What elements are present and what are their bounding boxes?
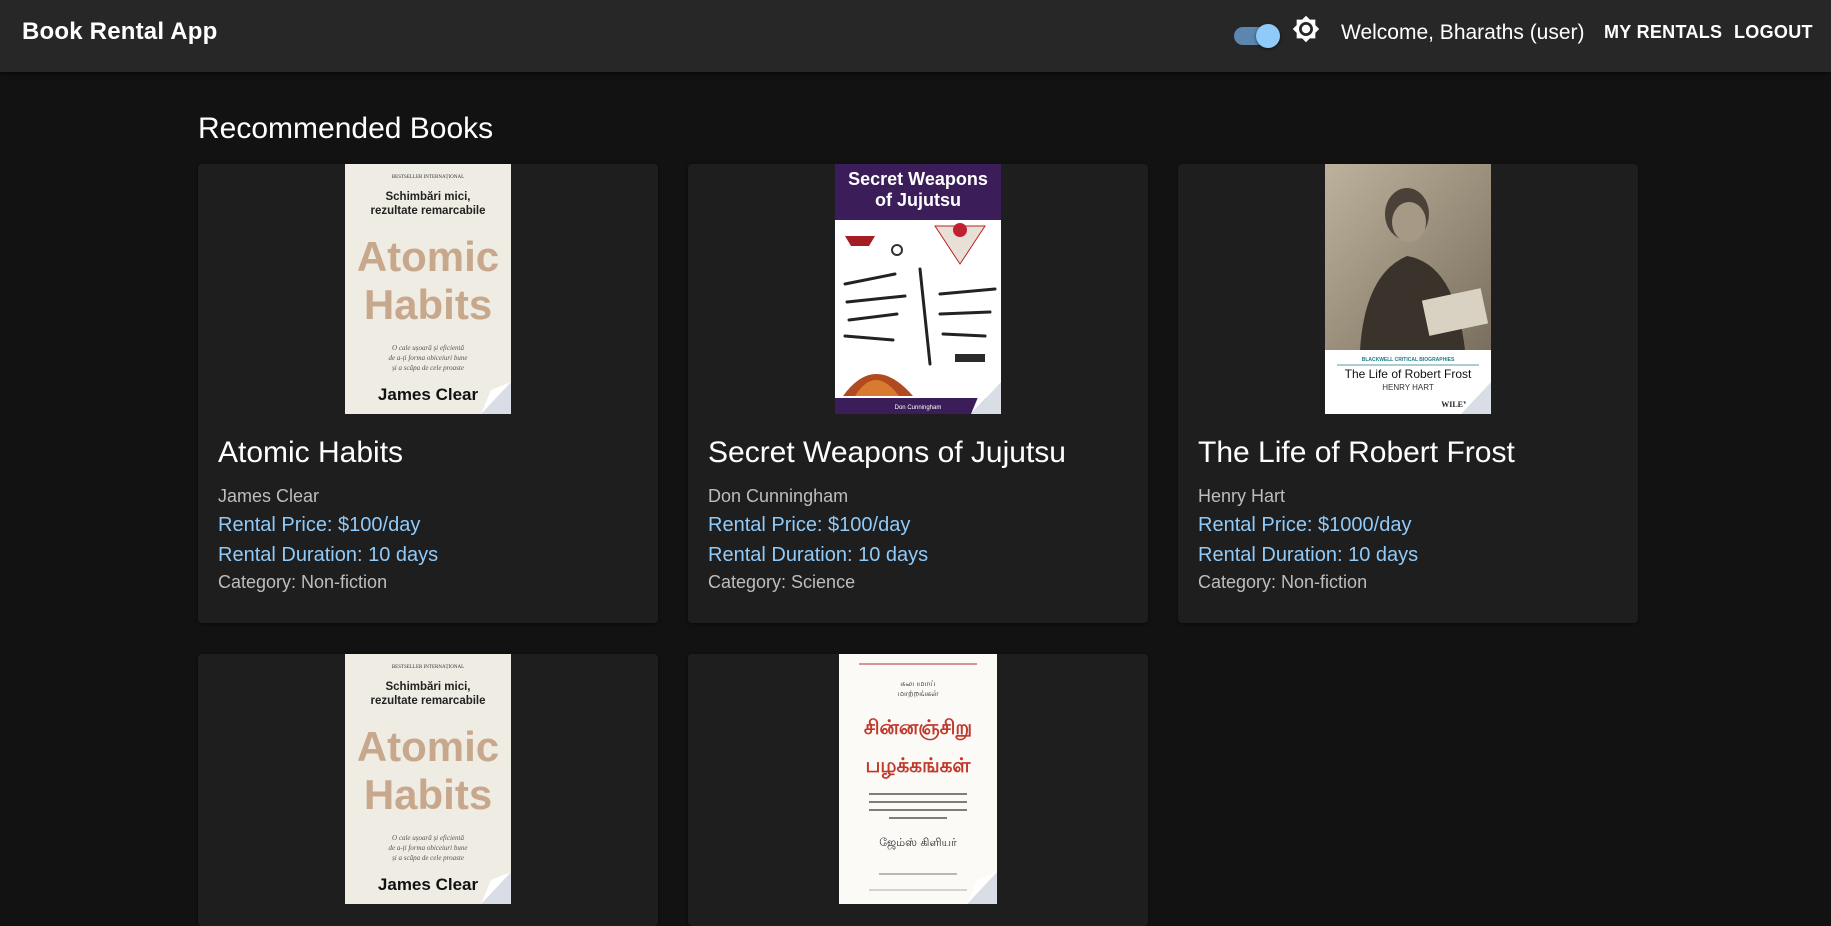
book-author: Don Cunningham — [708, 486, 849, 506]
cover-sub1: Schimbări mici, — [385, 191, 470, 203]
rental-price: Rental Price: $100/day — [708, 514, 911, 536]
my-rentals-button[interactable]: MY RENTALS — [1604, 22, 1722, 43]
cover-big1: சின்னஞ்சிறு — [864, 715, 972, 741]
welcome-text: Welcome, Bharaths (user) — [1341, 21, 1585, 44]
book-card[interactable]: சுலபமாய் மாற்றங்கள் சின்னஞ்சிறு பழக்கங்க… — [688, 654, 1148, 926]
cover-sub2: rezultate remarcabile — [370, 695, 485, 707]
book-category: Category: Science — [708, 572, 856, 592]
cover-sub2: rezultate remarcabile — [370, 205, 485, 217]
cover-line1: Secret Weapons — [848, 169, 988, 189]
rental-price: Rental Price: $1000/day — [1198, 514, 1412, 536]
cover-top: BESTSELLER INTERNAȚIONAL — [392, 665, 464, 670]
book-author: James Clear — [218, 486, 320, 506]
book-cover: BESTSELLER INTERNAȚIONAL Schimbări mici,… — [345, 164, 511, 414]
book-category: Category: Non-fiction — [218, 572, 388, 592]
book-category: Category: Non-fiction — [1198, 572, 1368, 592]
book-author: Henry Hart — [1198, 486, 1286, 506]
logout-button[interactable]: LOGOUT — [1734, 22, 1813, 43]
cover-series: BLACKWELL CRITICAL BIOGRAPHIES — [1362, 357, 1455, 363]
cover-sub1: சுலபமாய் — [900, 679, 935, 688]
section-title: Recommended Books — [198, 112, 494, 145]
cover-title: The Life of Robert Frost — [1345, 367, 1472, 381]
cover-big1: Atomic — [357, 723, 499, 770]
book-title: The Life of Robert Frost — [1198, 436, 1515, 469]
book-title: Atomic Habits — [218, 436, 404, 469]
book-cover: BESTSELLER INTERNAȚIONAL Schimbări mici,… — [345, 654, 511, 904]
cover-desc3: și a scăpa de cele proaste — [392, 854, 464, 862]
cover-author: HENRY HART — [1382, 383, 1434, 392]
brightness-icon[interactable] — [1292, 15, 1320, 43]
cover-top: BESTSELLER INTERNAȚIONAL — [392, 175, 464, 180]
toggle-thumb — [1256, 24, 1280, 48]
rental-duration: Rental Duration: 10 days — [218, 544, 439, 566]
cover-author: James Clear — [378, 875, 479, 894]
rental-duration: Rental Duration: 10 days — [708, 544, 929, 566]
app-bar: Book Rental App Welcome, Bharaths (user)… — [0, 0, 1831, 72]
cover-desc2: de a-ți forma obiceiuri bune — [389, 844, 468, 852]
cover-desc3: și a scăpa de cele proaste — [392, 364, 464, 372]
cover-author: James Clear — [378, 385, 479, 404]
cover-author: Don Cunningham — [895, 405, 942, 411]
book-cover: Secret Weapons of Jujutsu Don Cunningham — [835, 164, 1001, 414]
rental-duration: Rental Duration: 10 days — [1198, 544, 1419, 566]
book-title: Secret Weapons of Jujutsu — [708, 436, 1066, 469]
book-cover: BLACKWELL CRITICAL BIOGRAPHIES The Life … — [1325, 164, 1491, 414]
cover-desc2: de a-ți forma obiceiuri bune — [389, 354, 468, 362]
cover-sub1: Schimbări mici, — [385, 681, 470, 693]
cover-desc1: O cale ușoară și eficientă — [392, 834, 464, 842]
cover-author: ஜேம்ஸ் கிளியர் — [879, 836, 957, 850]
cover-big1: Atomic — [357, 233, 499, 280]
cover-big2: Habits — [364, 281, 492, 328]
cover-big2: Habits — [364, 771, 492, 818]
book-card[interactable]: BLACKWELL CRITICAL BIOGRAPHIES The Life … — [1178, 164, 1638, 623]
cover-big2: பழக்கங்கள் — [866, 753, 972, 779]
cover-desc1: O cale ușoară și eficientă — [392, 344, 464, 352]
theme-toggle[interactable] — [1234, 23, 1280, 48]
book-card[interactable]: BESTSELLER INTERNAȚIONAL Schimbări mici,… — [198, 164, 658, 623]
book-cover: சுலபமாய் மாற்றங்கள் சின்னஞ்சிறு பழக்கங்க… — [839, 654, 997, 904]
rental-price: Rental Price: $100/day — [218, 514, 421, 536]
cover-line2: of Jujutsu — [875, 190, 961, 210]
cover-sub2: மாற்றங்கள் — [898, 689, 940, 698]
book-card[interactable]: BESTSELLER INTERNAȚIONAL Schimbări mici,… — [198, 654, 658, 926]
book-card[interactable]: Secret Weapons of Jujutsu Don Cunningham… — [688, 164, 1148, 623]
app-title: Book Rental App — [22, 18, 218, 45]
